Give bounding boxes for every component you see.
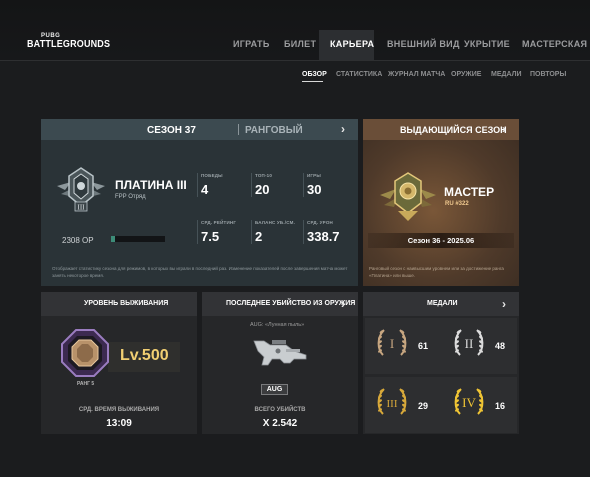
- laurel-medal-icon: IV: [454, 388, 484, 415]
- subnav-weapons[interactable]: ОРУЖИЕ: [451, 71, 481, 78]
- nav-play[interactable]: ИГРАТЬ: [233, 39, 270, 49]
- stat-top10: ТОП-10 20: [251, 173, 272, 197]
- rank-points-progress-bar: [111, 236, 165, 242]
- nav-workshop[interactable]: МАСТЕРСКАЯ: [522, 39, 587, 49]
- chevron-right-icon[interactable]: ›: [341, 297, 345, 311]
- medal-count: 48: [495, 341, 506, 351]
- avg-survival-time-value: 13:09: [106, 418, 132, 429]
- laurel-medal-icon: I: [377, 329, 407, 356]
- medals-title: МЕДАЛИ: [427, 300, 458, 307]
- svg-text:II: II: [465, 336, 474, 351]
- subnav-active-underline: [302, 81, 323, 82]
- rank-points-progress-fill: [111, 236, 116, 242]
- best-season-note: Ранговый сезон с наивысшим уровнем или з…: [369, 266, 504, 278]
- master-rank-emblem-icon: [380, 172, 436, 221]
- svg-text:I: I: [390, 336, 394, 351]
- survival-title: УРОВЕНЬ ВЫЖИВАНИЯ: [84, 300, 169, 307]
- laurel-medal-icon: II: [454, 329, 484, 356]
- svg-text:III: III: [78, 204, 86, 212]
- nav-divider: [0, 60, 590, 61]
- last-kill-header[interactable]: ПОСЛЕДНЕЕ УБИЙСТВО ИЗ ОРУЖИЯ ›: [202, 292, 358, 316]
- best-rank-region: RU #322: [445, 201, 469, 207]
- subnav-medals[interactable]: МЕДАЛИ: [491, 71, 522, 78]
- weapon-tag: AUG: [261, 384, 288, 395]
- weapon-skin-name: AUG: «Лунная пыль»: [250, 322, 305, 328]
- season-note: Отображает статистику сезона для режимов…: [52, 266, 348, 278]
- medals-header[interactable]: МЕДАЛИ ›: [363, 292, 519, 316]
- nav-career[interactable]: КАРЬЕРА: [330, 39, 374, 49]
- top-bar: [0, 0, 590, 60]
- subnav-match-log[interactable]: ЖУРНАЛ МАТЧА: [388, 71, 445, 78]
- total-kills-value: X 2.542: [262, 418, 298, 429]
- avg-survival-time-label: СРД. ВРЕМЯ ВЫЖИВАНИЯ: [78, 407, 160, 413]
- laurel-medal-icon: III: [377, 388, 407, 415]
- stat-wins: ПОБЕДЫ 4: [197, 173, 223, 197]
- chevron-right-icon[interactable]: ›: [341, 122, 345, 136]
- season-mode: РАНГОВЫЙ: [245, 125, 303, 136]
- best-rank-name: МАСТЕР: [444, 185, 495, 199]
- nav-appearance[interactable]: ВНЕШНИЙ ВИД: [387, 39, 460, 49]
- season-header-separator: [238, 124, 239, 135]
- survival-rank: РАНГ 5: [77, 381, 95, 387]
- platinum-rank-emblem-icon: III: [57, 167, 105, 212]
- svg-text:IV: IV: [462, 395, 476, 410]
- season-header[interactable]: СЕЗОН 37 РАНГОВЫЙ ›: [41, 119, 358, 140]
- chevron-right-icon[interactable]: ›: [502, 297, 506, 311]
- nav-hideout[interactable]: УКРЫТИЕ: [464, 39, 510, 49]
- season-title: СЕЗОН 37: [147, 125, 196, 136]
- survival-header: УРОВЕНЬ ВЫЖИВАНИЯ: [41, 292, 197, 316]
- best-season-label: Сезон 36 - 2025.06: [368, 233, 514, 248]
- medal-count: 61: [418, 341, 429, 351]
- best-season-title: ВЫДАЮЩИЙСЯ СЕЗОН: [400, 125, 507, 135]
- season-rank-mode: FPP Отряд: [115, 194, 146, 200]
- stat-kd: БАЛАНС УБ./СМ. 2: [251, 220, 295, 244]
- nav-pass[interactable]: БИЛЕТ: [284, 39, 316, 49]
- svg-text:III: III: [387, 398, 398, 410]
- total-kills-label: ВСЕГО УБИЙСТВ: [254, 407, 306, 413]
- aug-rifle-icon: [253, 340, 307, 366]
- medal-count: 29: [418, 401, 429, 411]
- rank-points: 2308 ОР: [62, 236, 94, 245]
- season-rank-name: ПЛАТИНА III: [115, 178, 187, 192]
- stat-games: ИГРЫ 30: [303, 173, 321, 197]
- survival-level: Lv.500: [120, 347, 169, 364]
- stat-avg-damage: СРД. УРОН 338.7: [303, 220, 340, 244]
- best-season-header[interactable]: ВЫДАЮЩИЙСЯ СЕЗОН ›: [363, 119, 519, 140]
- chevron-right-icon[interactable]: ›: [502, 122, 506, 136]
- subnav-stats[interactable]: СТАТИСТИКА: [336, 71, 382, 78]
- medal-count: 16: [495, 401, 506, 411]
- pubg-logo: PUBG BATTLEGROUNDS: [27, 33, 111, 50]
- last-kill-title: ПОСЛЕДНЕЕ УБИЙСТВО ИЗ ОРУЖИЯ: [226, 300, 356, 307]
- stat-avg-rating: СРД. РЕЙТИНГ 7.5: [197, 220, 236, 244]
- subnav-overview[interactable]: ОБЗОР: [302, 71, 327, 78]
- subnav-replays[interactable]: ПОВТОРЫ: [530, 71, 566, 78]
- survival-level-emblem-icon: [61, 329, 109, 377]
